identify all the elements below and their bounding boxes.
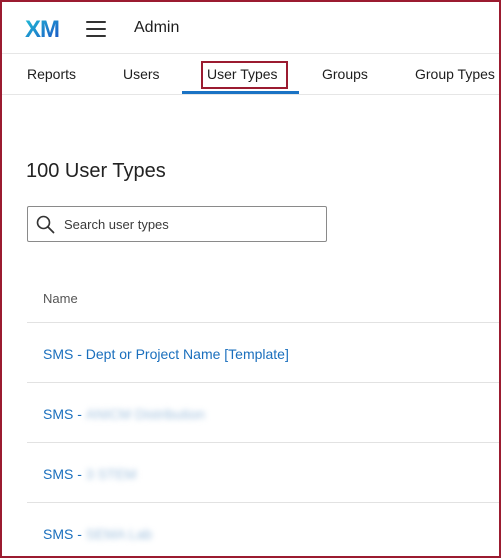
tab-group-types[interactable]: Group Types <box>415 54 495 95</box>
table-divider <box>27 502 499 503</box>
tab-groups[interactable]: Groups <box>322 54 368 95</box>
table-row[interactable]: SMS -3 STEM <box>43 466 136 482</box>
redacted-text: SEMA Lab <box>85 526 153 542</box>
column-header-name[interactable]: Name <box>43 291 78 306</box>
table-divider <box>27 382 499 383</box>
active-tab-indicator <box>182 91 299 94</box>
search-input[interactable] <box>64 207 322 241</box>
row-name: SMS - Dept or Project Name [Template] <box>43 346 289 362</box>
xm-logo[interactable]: XM <box>25 15 65 41</box>
app-frame: XM Admin Reports Users User Types Groups… <box>0 0 501 558</box>
tab-users[interactable]: Users <box>123 54 160 95</box>
admin-tabs: Reports Users User Types Groups Group Ty… <box>2 54 499 95</box>
table-row[interactable]: SMS - Dept or Project Name [Template] <box>43 346 289 362</box>
row-name: SMS - <box>43 466 82 482</box>
hamburger-menu-icon[interactable] <box>86 21 106 37</box>
redacted-text: ANICM Distribution <box>85 406 205 422</box>
top-header: XM Admin <box>2 2 499 54</box>
table-divider <box>27 322 499 323</box>
table-row[interactable]: SMS - ANICM Distribution <box>43 406 205 422</box>
redacted-text: 3 STEM <box>85 466 137 482</box>
logo-text: XM <box>25 16 59 41</box>
row-name: SMS - <box>43 526 82 542</box>
annotation-highlight-box <box>201 61 288 89</box>
table-row[interactable]: SMS - SEMA Lab <box>43 526 152 542</box>
tab-reports[interactable]: Reports <box>27 54 76 95</box>
page-title: 100 User Types <box>26 160 166 182</box>
search-box[interactable] <box>27 206 327 242</box>
table-divider <box>27 442 499 443</box>
search-icon <box>36 215 55 234</box>
app-title: Admin <box>134 19 180 36</box>
row-name: SMS - <box>43 406 82 422</box>
